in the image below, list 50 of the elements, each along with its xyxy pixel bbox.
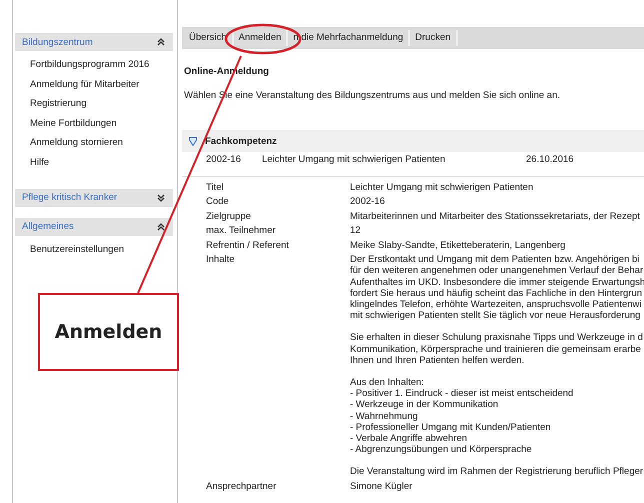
sidebar-link[interactable]: Anmeldung für Mitarbeiter bbox=[30, 74, 173, 94]
course-link[interactable]: Leichter Umgang mit schwierigen Patienten bbox=[262, 154, 526, 165]
detail-value: - Abgrenzungsübungen und Körpersprache bbox=[350, 444, 533, 456]
detail-label: Zielgruppe bbox=[206, 210, 252, 222]
sidebar-link[interactable]: Hilfe bbox=[30, 152, 173, 173]
detail-label: Inhalte bbox=[206, 254, 236, 267]
detail-value: - Professioneller Umgang mit Kunden/Patienten bbox=[350, 422, 552, 434]
section-header[interactable]: Fachkompetenz bbox=[182, 130, 644, 152]
sidebar-link[interactable]: Benutzereinstellungen bbox=[30, 240, 173, 260]
detail-label: Refrentin / Referent bbox=[206, 240, 290, 251]
callout-label: Anmelden bbox=[38, 293, 179, 371]
section-title: Fachkompetenz bbox=[205, 136, 277, 146]
detail-value: Mitarbeiterinnen und Mitarbeiter des Stationssekretariats, der Rezept bbox=[350, 210, 640, 222]
detail-value: mit schwierigen Patienten stellt Sie täglich vor neue Herausforderung bbox=[350, 310, 642, 322]
collapse-icon bbox=[157, 37, 165, 47]
detail-label: max. Teilnehmer bbox=[206, 225, 277, 236]
detail-value: Simone Kügler bbox=[350, 480, 412, 492]
collapse-icon bbox=[157, 222, 165, 232]
detail-label: Code bbox=[206, 196, 230, 208]
expand-icon bbox=[157, 192, 165, 203]
tab[interactable]: Anmelden bbox=[234, 30, 288, 46]
detail-value: Aus den Inhalten: bbox=[350, 376, 425, 388]
detail-value: Ihnen und Ihren Patienten helfen werden. bbox=[350, 354, 526, 366]
detail-value: 2002-16 bbox=[350, 196, 385, 208]
sidebar-group-header[interactable]: Bildungszentrum bbox=[15, 33, 173, 51]
detail-value: Meike Slaby-Sandte, Etiketteberaterin, Langenberg bbox=[350, 240, 566, 251]
detail-label: Titel bbox=[206, 182, 225, 194]
sidebar-group-header[interactable]: Allgemeines bbox=[15, 218, 173, 236]
detail-label: Ansprechpartner bbox=[206, 480, 278, 492]
detail-value: 12 bbox=[350, 225, 361, 236]
detail-value: Sie erhalten in dieser Schulung praxisnahe Tipps und Werkzeuge in d bbox=[350, 332, 644, 344]
detail-value: klingelndes Telefon, erhöhte Wartezeiten, anspruchsvolle Patientenwi bbox=[350, 299, 643, 310]
collapse-icon bbox=[189, 136, 197, 146]
detail-value: - Positiver 1. Eindruck - dieser ist meist entscheidend bbox=[350, 388, 574, 400]
sidebar-link[interactable]: Fortbildungsprogramm 2016 bbox=[30, 55, 173, 75]
detail-value: Die Veranstaltung wird im Rahmen der Registrierung beruflich Pfleger bbox=[350, 466, 644, 478]
detail-value: Kommunikation, Körpersprache und trainieren die gemeinsam erarbe bbox=[350, 344, 642, 355]
detail-value: fordert Sie heraus und häufig scheint das Fachliche in den Hintergrun bbox=[350, 288, 644, 300]
detail-value: Der Erstkontakt und Umgang mit dem Patienten bzw. Angehörigen bi bbox=[350, 254, 640, 266]
sidebar-link[interactable]: Anmeldung stornieren bbox=[30, 133, 173, 153]
detail-value: für den weiteren angenehmen oder unangenehmen Verlauf der Behar bbox=[350, 265, 644, 277]
sidebar-group-header[interactable]: Pflege kritisch Kranker bbox=[15, 188, 173, 207]
detail-value: Leichter Umgang mit schwierigen Patienten bbox=[350, 182, 534, 194]
detail-value: - Werkzeuge in der Kommunikation bbox=[350, 399, 500, 411]
course-code: 2002-16 bbox=[206, 154, 242, 165]
detail-value: - Wahrnehmung bbox=[350, 410, 419, 422]
course-date: 26.10.2016 bbox=[526, 154, 574, 165]
sidebar-link[interactable]: Meine Fortbildungen bbox=[30, 114, 173, 134]
detail-value: - Verbale Angriffe abwehren bbox=[350, 433, 468, 444]
sidebar-link[interactable]: Registrierung bbox=[30, 94, 173, 114]
